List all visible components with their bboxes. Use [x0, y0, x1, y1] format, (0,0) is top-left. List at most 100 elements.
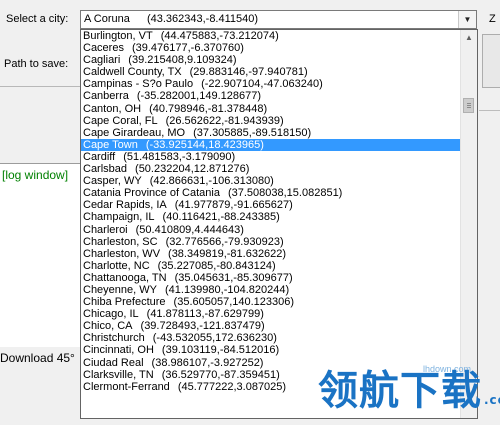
city-list-item[interactable]: Chiba Prefecture (35.605057,140.123306) [81, 296, 461, 308]
city-list-item[interactable]: Catania Province of Catania (37.508038,15… [81, 187, 461, 199]
city-coords: (39.103119,-84.512016) [161, 344, 280, 357]
city-name: Charleroi [83, 223, 128, 236]
city-coords: (36.529770,-87.359451) [161, 368, 280, 381]
city-coords: (39.476177,-6.370760) [131, 42, 244, 55]
city-list-item[interactable]: Charleston, SC (32.776566,-79.930923) [81, 236, 461, 248]
grip-line [467, 103, 471, 104]
select-city-label: Select a city: [6, 13, 69, 25]
city-list-item[interactable]: Cheyenne, WY (41.139980,-104.820244) [81, 284, 461, 296]
city-coords: (41.977879,-91.665627) [174, 199, 293, 212]
city-list-item[interactable]: Caldwell County, TX (29.883146,-97.940781… [81, 66, 461, 78]
city-name: Chattanooga, TN [83, 271, 167, 284]
watermark-dotcom: .com [484, 393, 500, 407]
city-combobox[interactable]: A Coruna (43.362343,-8.411540) ▼ [80, 10, 477, 29]
scroll-up-arrow-icon[interactable]: ▲ [461, 30, 477, 46]
city-name: Chiba Prefecture [83, 296, 166, 309]
city-name: Canberra [83, 90, 129, 103]
chevron-down-icon[interactable]: ▼ [458, 11, 476, 28]
city-coords: (29.883146,-97.940781) [189, 66, 308, 79]
city-name: Casper, WY [83, 175, 142, 188]
log-window-text: [log window] [2, 168, 69, 182]
city-list-item[interactable]: Chicago, IL (41.878113,-87.629799) [81, 308, 461, 320]
z-label: Z [489, 13, 496, 25]
city-list-item[interactable]: Cape Girardeau, MO (37.305885,-89.518150) [81, 127, 461, 139]
city-name: Caceres [83, 42, 124, 55]
left-panel-divider [0, 86, 80, 101]
city-name: Cheyenne, WY [83, 283, 157, 296]
city-coords: (40.798946,-81.378448) [149, 102, 268, 115]
city-name: Cedar Rapids, IA [83, 199, 167, 212]
city-list-item[interactable]: Chattanooga, TN (35.045631,-85.309677) [81, 272, 461, 284]
city-coords: (35.227085,-80.843124) [157, 259, 276, 272]
city-coords: (39.728493,-121.837479) [140, 320, 265, 333]
combo-city-coords: (43.362343,-8.411540) [146, 13, 259, 25]
city-coords: (26.562622,-81.943939) [165, 114, 284, 127]
right-panel-box [482, 34, 500, 88]
city-list-item[interactable]: Casper, WY (42.866631,-106.313080) [81, 175, 461, 187]
grip-line [467, 105, 471, 106]
dropdown-scrollbar[interactable]: ▲ [460, 30, 477, 418]
city-coords: (38.349819,-81.632622) [168, 247, 287, 260]
city-list-item[interactable]: Burlington, VT (44.475883,-73.212074) [81, 30, 461, 42]
scroll-thumb[interactable] [463, 98, 474, 113]
city-coords: (50.410809,4.444643) [135, 223, 244, 236]
city-coords: (44.475883,-73.212074) [160, 30, 279, 42]
city-name: Clermont-Ferrand [83, 380, 170, 393]
city-name: Charlotte, NC [83, 259, 150, 272]
city-list-items: Burlington, VT (44.475883,-73.212074) Cace… [81, 30, 461, 393]
city-list-item[interactable]: Cedar Rapids, IA (41.977879,-91.665627) [81, 199, 461, 211]
city-coords: (-43.532055,172.636230) [152, 332, 277, 345]
city-name: Clarksville, TN [83, 368, 154, 381]
city-name: Burlington, VT [83, 30, 153, 42]
city-list-item[interactable]: Cape Town (-33.925144,18.423965) [81, 138, 461, 151]
city-list-item[interactable]: Cagliari (39.215408,9.109324) [81, 54, 461, 66]
city-list-item[interactable]: Canberra (-35.282001,149.128677) [81, 90, 461, 102]
combo-city-name: A Coruna [84, 13, 130, 25]
city-list-item[interactable]: Cardiff (51.481583,-3.179090) [81, 151, 461, 163]
city-name: Campinas - S?o Paulo [83, 78, 194, 91]
city-name: Catania Province of Catania [83, 187, 220, 200]
city-name: Carlsbad [83, 163, 128, 176]
city-coords: (-22.907104,-47.063240) [201, 78, 323, 91]
city-coords: (51.481583,-3.179090) [123, 150, 236, 163]
city-name: Charleston, WV [83, 247, 161, 260]
city-list-item[interactable]: Carlsbad (50.232204,12.871276) [81, 163, 461, 175]
city-list-item[interactable]: Caceres (39.476177,-6.370760) [81, 42, 461, 54]
grip-line [467, 107, 471, 108]
right-panel-divider [479, 110, 500, 111]
city-name: Caldwell County, TX [83, 66, 182, 79]
city-coords: (41.878113,-87.629799) [146, 308, 264, 321]
city-name: Champaign, IL [83, 211, 155, 224]
city-coords: (35.045631,-85.309677) [174, 271, 293, 284]
city-coords: (39.215408,9.109324) [128, 54, 237, 67]
city-dropdown-list[interactable]: Burlington, VT (44.475883,-73.212074) Cace… [80, 29, 478, 419]
city-coords: (-35.282001,149.128677) [136, 90, 262, 103]
download-button[interactable]: Download 45° [0, 347, 81, 369]
city-coords: (37.305885,-89.518150) [193, 126, 312, 139]
city-list-item[interactable]: Chico, CA (39.728493,-121.837479) [81, 320, 461, 332]
city-coords: (37.508038,15.082851) [227, 187, 343, 200]
city-list-item[interactable]: Campinas - S?o Paulo (-22.907104,-47.0632… [81, 78, 461, 90]
path-to-save-label: Path to save: [4, 58, 69, 70]
city-list-item[interactable]: Canton, OH (40.798946,-81.378448) [81, 103, 461, 115]
city-list-item[interactable]: Champaign, IL (40.116421,-88.243385) [81, 211, 461, 223]
city-list-item[interactable]: Charlotte, NC (35.227085,-80.843124) [81, 260, 461, 272]
city-coords: (50.232204,12.871276) [135, 163, 250, 176]
city-list-item[interactable]: Charleroi (50.410809,4.444643) [81, 224, 461, 236]
city-name: Cardiff [83, 150, 116, 163]
city-name: Cincinnati, OH [83, 344, 154, 357]
city-name: Cape Coral, FL [83, 114, 158, 127]
city-name: Cape Girardeau, MO [83, 126, 186, 139]
log-window[interactable]: [log window] [0, 163, 80, 348]
city-coords: (42.866631,-106.313080) [149, 175, 274, 188]
city-list-item[interactable]: Cincinnati, OH (39.103119,-84.512016) [81, 344, 461, 356]
city-list-item[interactable]: Christchurch (-43.532055,172.636230) [81, 332, 461, 344]
city-coords: (35.605057,140.123306) [173, 296, 295, 309]
city-name: Ciudad Real [83, 356, 144, 369]
city-name: Cagliari [83, 54, 121, 67]
city-list-item[interactable]: Charleston, WV (38.349819,-81.632622) [81, 248, 461, 260]
city-name: Charleston, SC [83, 235, 158, 248]
city-name: Christchurch [83, 332, 145, 345]
city-list-item[interactable]: Cape Coral, FL (26.562622,-81.943939) [81, 115, 461, 127]
city-coords: (32.776566,-79.930923) [165, 235, 284, 248]
